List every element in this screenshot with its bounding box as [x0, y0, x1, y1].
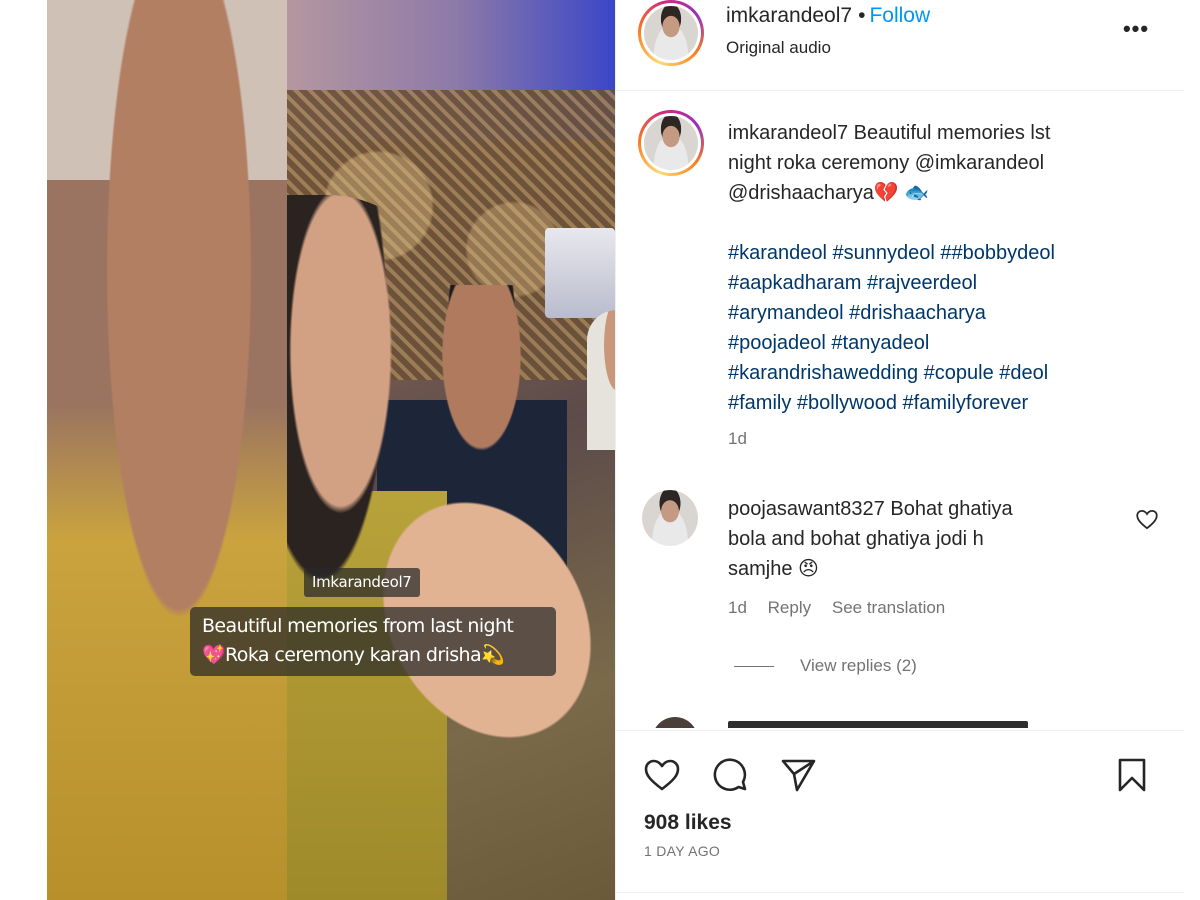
comment-text: poojasawant8327 Bohat ghatiya bola and b… [728, 494, 1108, 584]
video-overlay-caption-line1: Beautiful memories from last night [202, 615, 514, 637]
post-caption: imkarandeol7 Beautiful memories lst nigh… [728, 118, 1148, 418]
caption-timestamp[interactable]: 1d [728, 429, 747, 449]
caption-username[interactable]: imkarandeol7 [728, 122, 848, 144]
see-translation-button[interactable]: See translation [832, 598, 945, 617]
background-laptop [545, 228, 615, 318]
divider [616, 892, 1184, 893]
post-header: imkarandeol7 • Follow Original audio ••• [616, 0, 1184, 91]
next-comment-text-cutoff [728, 721, 1028, 728]
view-replies-label: View replies (2) [800, 656, 917, 675]
comment-line3: samjhe 😠 [728, 558, 819, 580]
caption-line2: night roka ceremony @imkarandeol [728, 152, 1045, 174]
author-avatar[interactable] [638, 0, 704, 66]
posted-time[interactable]: 1 DAY AGO [644, 843, 720, 859]
hashtag-line[interactable]: #karandeol #sunnydeol ##bobbydeol [728, 238, 1148, 268]
commenter-avatar[interactable] [642, 490, 698, 546]
comment-timestamp[interactable]: 1d [728, 598, 747, 617]
comments-section[interactable]: imkarandeol7 Beautiful memories lst nigh… [616, 92, 1184, 728]
reply-button[interactable]: Reply [768, 598, 811, 617]
comment-bubble-icon[interactable] [710, 755, 750, 795]
separator-dot: • [858, 4, 866, 27]
next-commenter-avatar [652, 717, 698, 728]
person-woman-foreground [47, 0, 287, 900]
comment-like-heart-icon[interactable] [1134, 506, 1160, 532]
hashtag-line[interactable]: #karandrishawedding #copule #deol [728, 358, 1148, 388]
next-comment-partial [642, 717, 1142, 728]
comment-line1: Bohat ghatiya [890, 498, 1013, 520]
replies-divider [734, 666, 774, 668]
video-overlay-caption-line2: 💖Roka ceremony karan drisha💫 [202, 644, 505, 666]
caption-line3: @drishaacharya💔 🐟 [728, 182, 930, 204]
more-options-icon[interactable]: ••• [1116, 14, 1156, 44]
author-username[interactable]: imkarandeol7 [726, 4, 852, 27]
hashtag-line[interactable]: #aapkadharam #rajveerdeol [728, 268, 1148, 298]
author-line: imkarandeol7 • Follow [726, 4, 930, 28]
video-overlay-username: Imkarandeol7 [304, 568, 420, 597]
likes-count[interactable]: 908 likes [644, 811, 732, 835]
follow-button[interactable]: Follow [869, 4, 930, 27]
comment-meta: 1d Reply See translation [728, 598, 961, 618]
caption-avatar[interactable] [638, 110, 704, 176]
hashtag-line[interactable]: #arymandeol #drishaacharya [728, 298, 1148, 328]
view-replies-button[interactable]: View replies (2) [734, 656, 917, 676]
caption-line1: Beautiful memories lst [853, 122, 1051, 144]
save-bookmark-icon[interactable] [1112, 755, 1152, 795]
reel-video[interactable]: Imkarandeol7 Beautiful memories from las… [47, 0, 615, 900]
hashtag-line[interactable]: #poojadeol #tanyadeol [728, 328, 1148, 358]
share-paper-plane-icon[interactable] [778, 755, 818, 795]
like-heart-icon[interactable] [642, 755, 682, 795]
audio-label[interactable]: Original audio [726, 38, 831, 58]
post-actions: 908 likes 1 DAY AGO [616, 730, 1184, 900]
post-panel: imkarandeol7 • Follow Original audio ••• i… [615, 0, 1184, 900]
video-overlay-caption: Beautiful memories from last night 💖Roka… [190, 607, 556, 676]
person-right [587, 310, 615, 450]
hashtag-line[interactable]: #family #bollywood #familyforever [728, 388, 1148, 418]
comment-line2: bola and bohat ghatiya jodi h [728, 528, 984, 550]
commenter-username[interactable]: poojasawant8327 [728, 498, 885, 520]
